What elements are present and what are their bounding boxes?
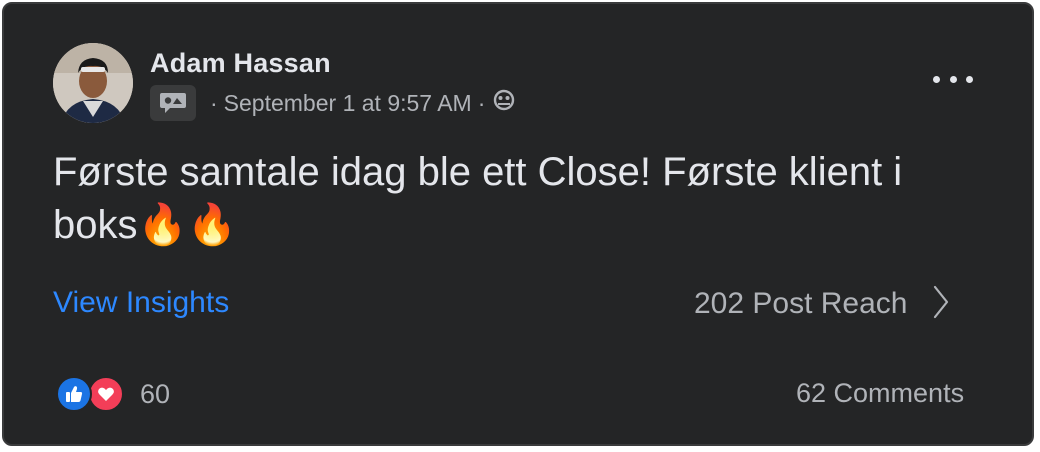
- post-reach-link[interactable]: 202 Post Reach: [694, 284, 949, 324]
- meta-separator: ·: [210, 89, 218, 116]
- post-text: Første samtale idag ble ett Close! Først…: [53, 150, 903, 247]
- chat-bubble-icon: [150, 85, 196, 121]
- meta-separator: ·: [477, 89, 486, 116]
- group-audience-icon[interactable]: [491, 89, 517, 117]
- post-timestamp[interactable]: September 1 at 9:57 AM: [224, 90, 472, 117]
- post-reach-label: 202 Post Reach: [694, 287, 908, 320]
- like-icon: [56, 376, 92, 412]
- reactions-summary[interactable]: 60: [56, 374, 170, 414]
- more-options-icon[interactable]: [933, 66, 973, 92]
- love-icon: [88, 376, 124, 412]
- avatar[interactable]: [53, 43, 133, 123]
- reaction-count: 60: [140, 378, 171, 409]
- comments-link[interactable]: 62 Comments: [796, 378, 964, 409]
- chevron-right-icon: [933, 285, 949, 324]
- post-meta: · September 1 at 9:57 AM ·: [150, 84, 517, 122]
- view-insights-link[interactable]: View Insights: [53, 286, 229, 320]
- author-name[interactable]: Adam Hassan: [150, 48, 331, 79]
- post-card: Adam Hassan · September 1 at 9:57 AM · F…: [2, 2, 1034, 446]
